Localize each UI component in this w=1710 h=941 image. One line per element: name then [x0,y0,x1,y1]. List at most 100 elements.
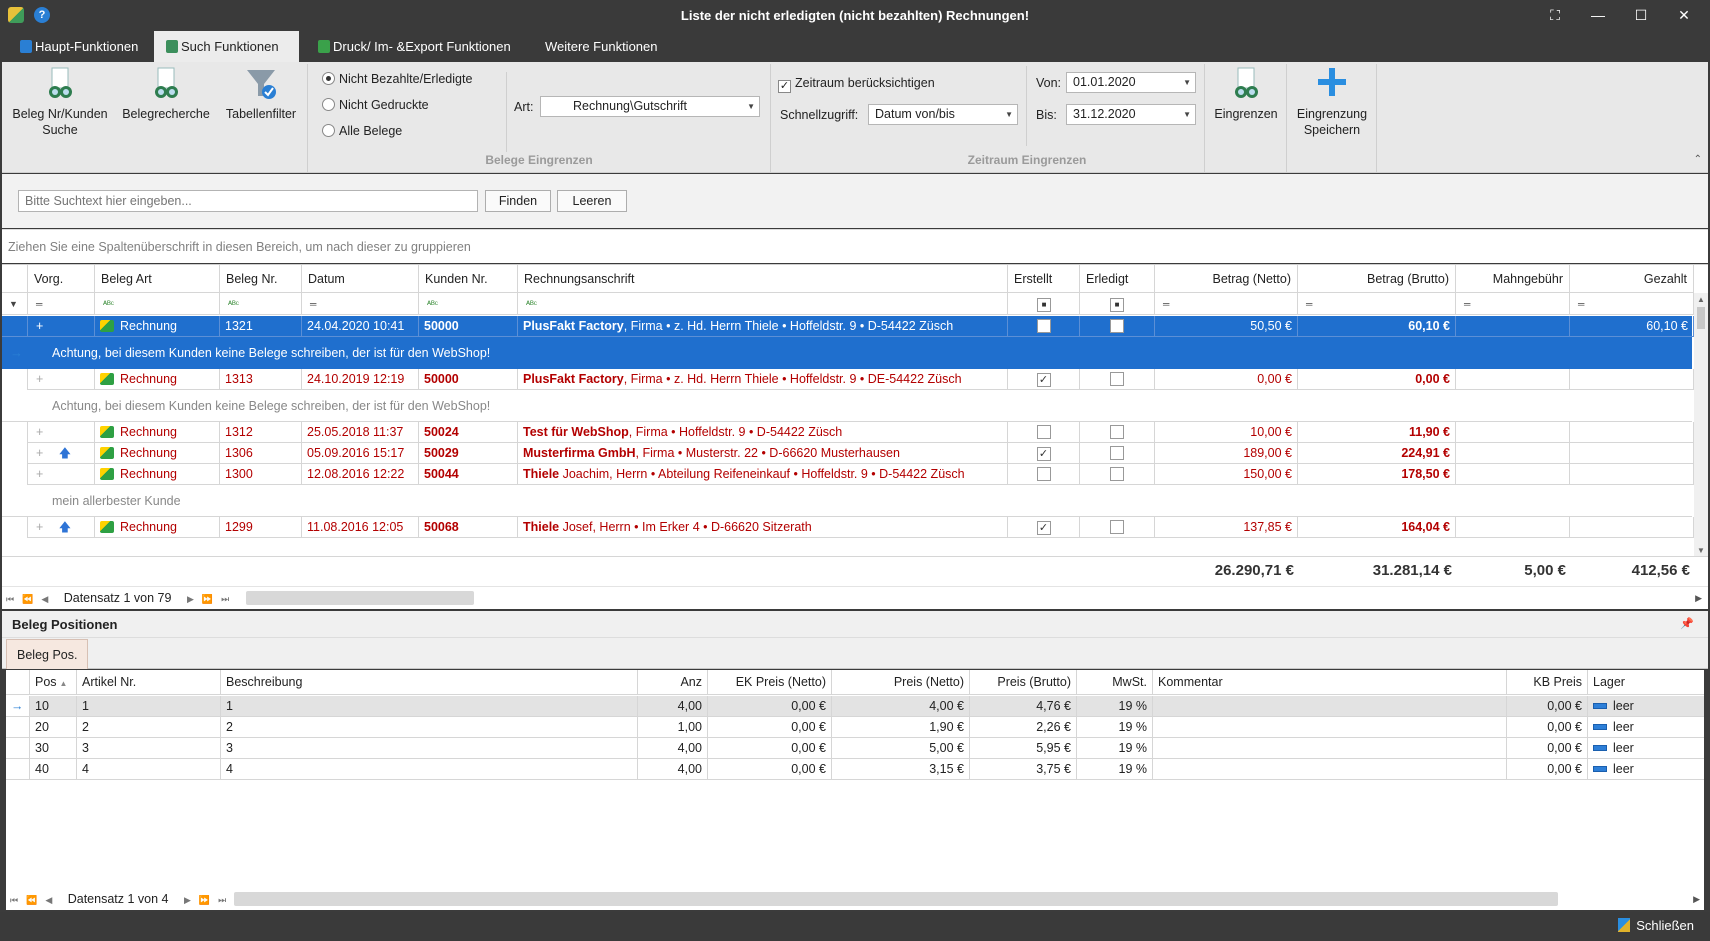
filter-cell[interactable]: ═ [1570,293,1694,315]
col-header-gezahlt[interactable]: Gezahlt [1570,265,1694,293]
prev-page-icon[interactable]: ⏪ [22,588,33,610]
col-header-lager[interactable]: Lager [1588,670,1704,695]
schnellzugriff-select[interactable]: Datum von/bis ▼ [868,104,1018,125]
tab-druck-export[interactable]: Druck/ Im- &Export Funktionen [306,31,523,62]
table-row[interactable]: 30 3 3 4,00 0,00 € 5,00 € 5,95 € 19 % 0,… [6,738,1704,759]
filter-checkbox[interactable]: ■ [1080,293,1155,315]
grid-horizontal-scrollbar[interactable] [246,591,474,605]
eingrenzen-button[interactable]: Eingrenzen [1208,66,1284,122]
table-row[interactable]: + Rechnung 1313 24.10.2019 12:19 50000 P… [2,369,1694,390]
erledigt-checkbox[interactable] [1080,316,1155,337]
clear-button[interactable]: Leeren [557,190,627,212]
table-row[interactable]: + Rechnung 1312 25.05.2018 11:37 50024 T… [2,422,1694,443]
first-record-icon[interactable]: ⏮ [10,889,18,911]
close-window-button[interactable]: ✕ [1674,6,1694,24]
col-header-erstellt[interactable]: Erstellt [1008,265,1080,293]
filter-cell[interactable]: ᴬᴮᶜ [95,293,220,315]
next-page-icon[interactable]: ⏩ [202,588,213,610]
filter-cell[interactable]: ═ [1155,293,1298,315]
table-row[interactable]: 20 2 2 1,00 0,00 € 1,90 € 2,26 € 19 % 0,… [6,717,1704,738]
col-header-vorg[interactable]: Vorg. [28,265,95,293]
expand-icon[interactable]: + [28,464,95,485]
erledigt-checkbox[interactable] [1080,369,1155,390]
col-header-mahngebuehr[interactable]: Mahngebühr [1456,265,1570,293]
erstellt-checkbox[interactable]: ✓ [1008,517,1080,538]
erledigt-checkbox[interactable] [1080,443,1155,464]
last-record-icon[interactable]: ⏭ [221,588,229,610]
erstellt-checkbox[interactable] [1008,316,1080,337]
belegrecherche-button[interactable]: Belegrecherche [118,66,214,122]
expand-icon[interactable]: + 🡅 [28,517,95,538]
tab-weitere-funktionen[interactable]: Weitere Funktionen [533,31,670,62]
filter-cell[interactable]: ═ [28,293,95,315]
eingrenzung-speichern-button[interactable]: Eingrenzung Speichern [1290,66,1374,138]
positions-horizontal-scrollbar[interactable] [234,892,1558,906]
col-header-anz[interactable]: Anz [638,670,708,695]
radio-alle-belege[interactable]: Alle Belege [322,124,402,138]
find-button[interactable]: Finden [485,190,551,212]
col-header-beschreibung[interactable]: Beschreibung [221,670,638,695]
table-row[interactable]: + 🡅 Rechnung 1306 05.09.2016 15:17 50029… [2,443,1694,464]
filter-cell[interactable]: ᴬᴮᶜ [419,293,518,315]
col-header-preis-netto[interactable]: Preis (Netto) [832,670,970,695]
col-header-datum[interactable]: Datum [302,265,419,293]
filter-checkbox[interactable]: ■ [1008,293,1080,315]
maximize-button[interactable]: ☐ [1631,6,1651,24]
group-panel[interactable]: Ziehen Sie eine Spaltenüberschrift in di… [2,229,1708,263]
col-header-artikel-nr[interactable]: Artikel Nr. [77,670,221,695]
tab-beleg-pos[interactable]: Beleg Pos. [6,639,89,669]
col-header-beleg-art[interactable]: Beleg Art [95,265,220,293]
col-header-kommentar[interactable]: Kommentar [1153,670,1507,695]
expand-icon[interactable]: + 🡅 [28,443,95,464]
erstellt-checkbox[interactable]: ✓ [1008,443,1080,464]
col-header-beleg-nr[interactable]: Beleg Nr. [220,265,302,293]
next-page-icon[interactable]: ⏩ [199,889,210,911]
von-date-input[interactable]: 01.01.2020 ▼ [1066,72,1196,93]
table-row[interactable]: → 10 1 1 4,00 0,00 € 4,00 € 4,76 € 19 % … [6,696,1704,717]
minimize-button[interactable]: — [1588,6,1608,24]
pin-icon[interactable]: 📌 [1680,611,1694,638]
radio-nicht-bezahlte[interactable]: Nicht Bezahlte/Erledigte [322,72,472,86]
tab-such-funktionen[interactable]: Such Funktionen [154,31,299,62]
col-header-betrag-netto[interactable]: Betrag (Netto) [1155,265,1298,293]
table-row[interactable]: + Rechnung 1321 24.04.2020 10:41 50000 P… [2,316,1694,337]
first-record-icon[interactable]: ⏮ [6,588,14,610]
erledigt-checkbox[interactable] [1080,422,1155,443]
filter-cell[interactable]: ═ [1298,293,1456,315]
expand-icon[interactable]: + [28,316,95,337]
beleg-nr-kunden-suche-button[interactable]: Beleg Nr/Kunden Suche [8,66,112,138]
collapse-ribbon-icon[interactable]: ⌃ [1694,154,1702,165]
prev-record-icon[interactable]: ◀ [41,588,48,610]
prev-record-icon[interactable]: ◀ [45,889,52,911]
art-select[interactable]: Rechnung\Gutschrift ▼ [540,96,760,117]
schliessen-button[interactable]: Schließen [1618,918,1694,933]
filter-cell[interactable]: ═ [302,293,419,315]
zeitraum-checkbox[interactable]: ✓ Zeitraum berücksichtigen [778,76,935,93]
table-row[interactable]: 40 4 4 4,00 0,00 € 3,15 € 3,75 € 19 % 0,… [6,759,1704,780]
filter-cell[interactable]: ═ [1456,293,1570,315]
scroll-right-icon[interactable]: ▶ [1693,888,1700,910]
scroll-right-icon[interactable]: ▶ [1695,587,1702,609]
col-header-erledigt[interactable]: Erledigt [1080,265,1155,293]
fullscreen-icon[interactable]: ⛶ [1545,6,1565,24]
filter-cell[interactable]: ᴬᴮᶜ [518,293,1008,315]
erstellt-checkbox[interactable] [1008,422,1080,443]
bis-date-input[interactable]: 31.12.2020 ▼ [1066,104,1196,125]
table-row[interactable]: + 🡅 Rechnung 1299 11.08.2016 12:05 50068… [2,517,1694,538]
col-header-betrag-brutto[interactable]: Betrag (Brutto) [1298,265,1456,293]
erstellt-checkbox[interactable] [1008,464,1080,485]
tab-haupt-funktionen[interactable]: Haupt-Funktionen [8,31,150,62]
col-header-preis-brutto[interactable]: Preis (Brutto) [970,670,1077,695]
col-header-rechnungsanschrift[interactable]: Rechnungsanschrift [518,265,1008,293]
filter-cell[interactable]: ᴬᴮᶜ [220,293,302,315]
search-input[interactable] [18,190,478,212]
grid-vertical-scrollbar[interactable]: ▲ ▼ [1694,293,1708,557]
col-header-ek-preis[interactable]: EK Preis (Netto) [708,670,832,695]
col-header-kunden-nr[interactable]: Kunden Nr. [419,265,518,293]
erledigt-checkbox[interactable] [1080,517,1155,538]
last-record-icon[interactable]: ⏭ [218,889,226,911]
col-header-kb-preis[interactable]: KB Preis [1507,670,1588,695]
expand-icon[interactable]: + [28,422,95,443]
next-record-icon[interactable]: ▶ [187,588,194,610]
tabellenfilter-button[interactable]: Tabellenfilter [220,66,302,122]
